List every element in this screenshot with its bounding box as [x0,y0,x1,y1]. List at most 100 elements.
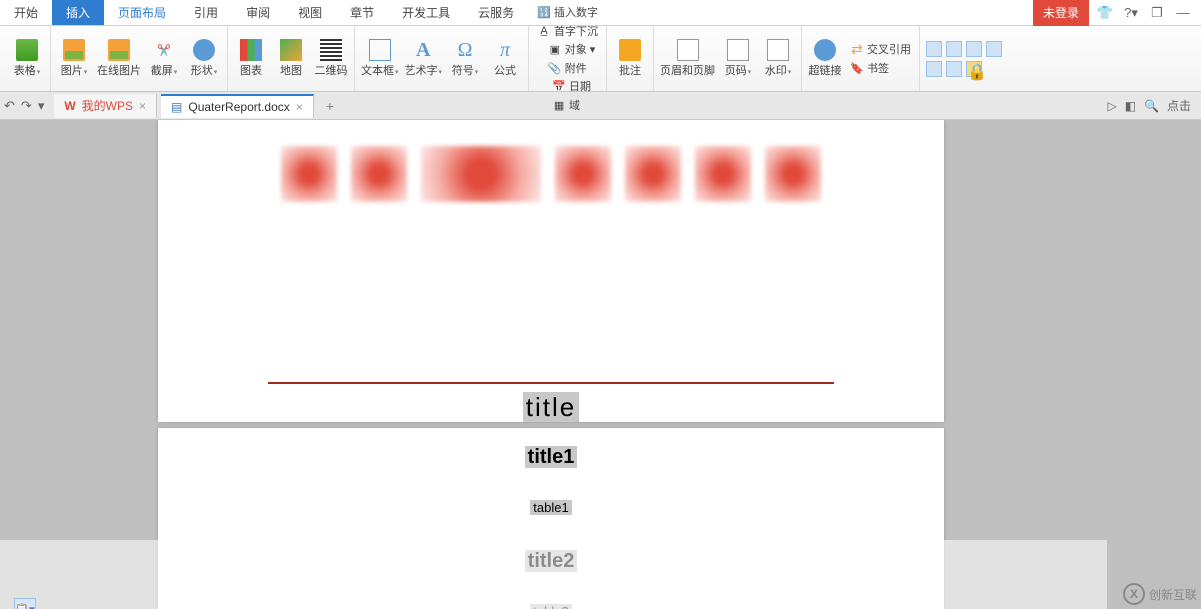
image-button[interactable]: 图片▾ [57,39,91,78]
horizontal-rule [268,382,834,384]
quick-access-toolbar: ↶ ↷ ▾ [4,98,50,114]
textbox-button[interactable]: 文本框▾ [361,39,399,78]
misc-icon[interactable] [946,61,962,77]
scissors-icon: ✂️ [153,39,175,61]
qrcode-button[interactable]: 二维码 [314,39,348,78]
paste-options-icon[interactable]: 📋▾ [14,598,36,609]
equation-button[interactable]: π公式 [488,39,522,78]
number-icon: 🔢 [537,5,551,19]
hyperlink-button[interactable]: 超链接 [808,39,842,78]
symbol-button[interactable]: Ω符号▾ [448,39,482,78]
header-footer-button[interactable]: 页眉和页脚 [660,39,715,78]
header-image-row [158,120,944,202]
blurred-image [421,146,541,202]
lock-icon[interactable]: 🔒 [966,61,982,77]
object-button[interactable]: ▣对象▾ [546,40,598,58]
new-tab-button[interactable]: + [318,98,342,114]
calendar-icon: 📅 [552,79,566,93]
globe-icon [814,39,836,61]
table-placeholder-2[interactable]: table2 [158,604,944,609]
status-icon[interactable]: ▷ [1107,99,1116,113]
document-title[interactable]: title [158,392,944,424]
blurred-image [555,146,611,202]
page-number-button[interactable]: 页码▾ [721,39,755,78]
menu-left: 开始 插入 页面布局 引用 审阅 视图 章节 开发工具 云服务 [0,0,528,25]
comment-icon [619,39,641,61]
misc-icon[interactable] [926,61,942,77]
menu-start[interactable]: 开始 [0,0,52,25]
attachment-button[interactable]: 📎附件 [546,59,598,77]
shape-button[interactable]: 形状▾ [187,39,221,78]
blurred-image [625,146,681,202]
doc-icon: ▤ [171,100,182,114]
tab-document[interactable]: ▤ QuaterReport.docx × [161,94,314,118]
comment-button[interactable]: 批注 [613,39,647,78]
help-icon[interactable]: ?▾ [1121,3,1141,23]
bookmark-icon: 🔖 [850,61,864,75]
menu-reference[interactable]: 引用 [180,0,232,25]
field-icon: ▦ [552,98,566,112]
menu-cloud[interactable]: 云服务 [464,0,528,25]
section-title-2[interactable]: title2 [158,550,944,574]
omega-icon: Ω [454,39,476,61]
menu-devtools[interactable]: 开发工具 [388,0,464,25]
brand-watermark: X 创新互联 [1123,583,1197,605]
menu-right: 未登录 👕 ?▾ ❐ — [1033,0,1201,25]
date-button[interactable]: 📅日期 [550,77,593,95]
crossref-icon: ⇄ [850,42,864,56]
menu-insert[interactable]: 插入 [52,0,104,25]
document-workspace: title title1 table1 title2 table2 📋▾ X 创… [0,120,1201,609]
section-title-1[interactable]: title1 [158,446,944,470]
minimize-icon[interactable]: — [1173,3,1193,23]
click-label: 点击 [1167,97,1191,114]
misc-icon[interactable] [926,41,942,57]
brand-logo-icon: X [1123,583,1145,605]
letter-a-icon: A [412,39,434,61]
insert-number-button[interactable]: 🔢插入数字 [535,3,600,21]
ribbon: 表格▾ 图片▾ 在线图片 ✂️截屏▾ 形状▾ 图表 地图 二维码 文本框▾ A艺… [0,26,1201,92]
dropcap-icon: A̲ [537,24,551,38]
side-icon-grid: 🔒 [926,41,1006,77]
field-button[interactable]: ▦域 [550,96,593,114]
menu-bar: 开始 插入 页面布局 引用 审阅 视图 章节 开发工具 云服务 未登录 👕 ?▾… [0,0,1201,26]
blurred-image [351,146,407,202]
document-page-1[interactable]: title [158,120,944,422]
screenshot-button[interactable]: ✂️截屏▾ [147,39,181,78]
wordart-button[interactable]: A艺术字▾ [405,39,443,78]
watermark-button[interactable]: 水印▾ [761,39,795,78]
menu-chapter[interactable]: 章节 [336,0,388,25]
crossref-button[interactable]: ⇄交叉引用 [848,40,913,58]
table-placeholder-1[interactable]: table1 [158,500,944,516]
map-button[interactable]: 地图 [274,39,308,78]
menu-review[interactable]: 审阅 [232,0,284,25]
qat-dropdown[interactable]: ▾ [38,98,45,114]
document-page-2[interactable]: title1 table1 title2 table2 [158,428,944,609]
paperclip-icon: 📎 [548,61,562,75]
document-tab-bar: ↶ ↷ ▾ W 我的WPS × ▤ QuaterReport.docx × + … [0,92,1201,120]
misc-icon[interactable] [966,41,982,57]
chart-button[interactable]: 图表 [234,39,268,78]
restore-icon[interactable]: ❐ [1147,3,1167,23]
misc-icon[interactable] [986,41,1002,57]
login-button[interactable]: 未登录 [1033,0,1089,26]
bookmark-button[interactable]: 🔖书签 [848,59,913,77]
dropcap-button[interactable]: A̲首字下沉 [535,22,600,40]
blurred-image [765,146,821,202]
close-tab-icon[interactable]: × [139,99,146,113]
search-icon[interactable]: 🔍 [1144,99,1159,113]
undo-button[interactable]: ↶ [4,98,15,114]
menu-layout[interactable]: 页面布局 [104,0,180,25]
wps-logo-icon: W [64,99,75,113]
blurred-image [281,146,337,202]
redo-button[interactable]: ↷ [21,98,32,114]
menu-view[interactable]: 视图 [284,0,336,25]
online-image-button[interactable]: 在线图片 [97,39,141,78]
blurred-image [695,146,751,202]
misc-icon[interactable] [946,41,962,57]
table-button[interactable]: 表格▾ [10,39,44,78]
close-tab-icon[interactable]: × [296,100,303,114]
object-icon: ▣ [548,42,562,56]
status-icon[interactable]: ◧ [1125,99,1136,113]
tab-my-wps[interactable]: W 我的WPS × [54,94,157,118]
tshirt-icon[interactable]: 👕 [1095,3,1115,23]
